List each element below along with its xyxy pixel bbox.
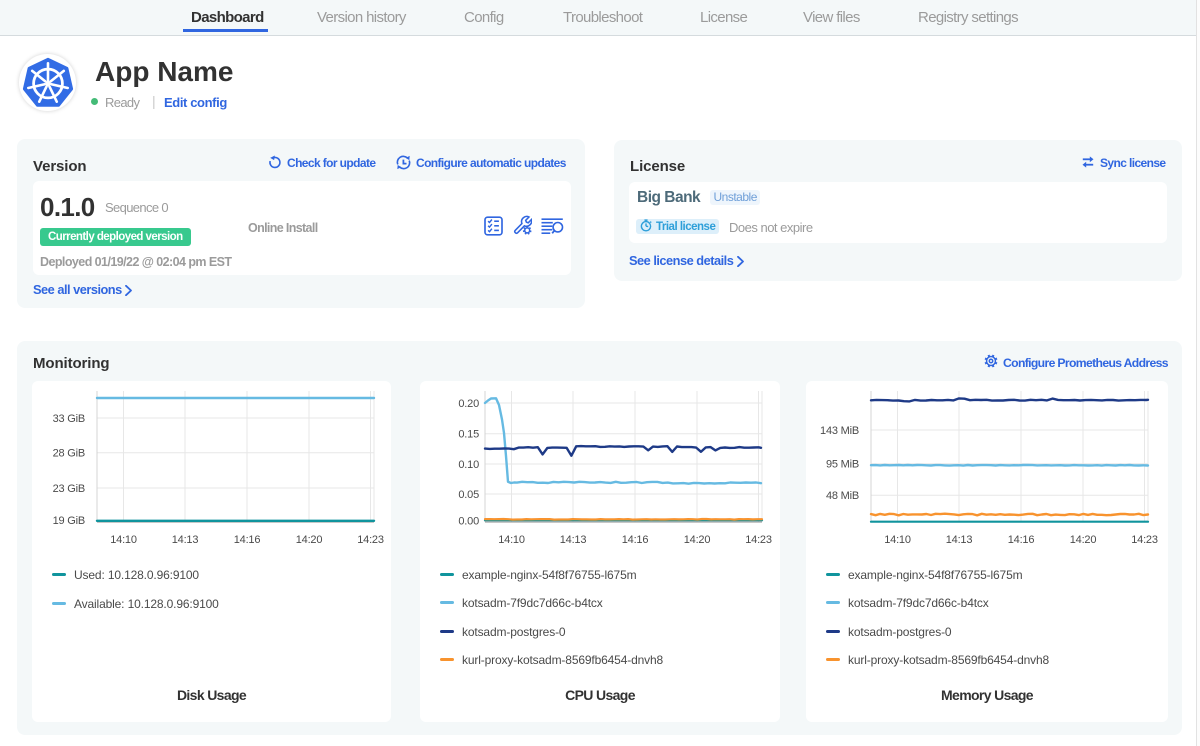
svg-text:19 GiB: 19 GiB: [53, 515, 85, 527]
svg-text:14:10: 14:10: [498, 534, 525, 546]
svg-text:33 GiB: 33 GiB: [53, 413, 85, 425]
svg-text:14:10: 14:10: [110, 534, 137, 546]
svg-text:14:13: 14:13: [946, 534, 973, 546]
svg-text:14:23: 14:23: [745, 534, 772, 546]
svg-text:14:16: 14:16: [1008, 534, 1035, 546]
svg-text:14:13: 14:13: [172, 534, 199, 546]
svg-text:14:20: 14:20: [296, 534, 323, 546]
svg-text:23 GiB: 23 GiB: [53, 483, 85, 495]
svg-text:14:23: 14:23: [357, 534, 384, 546]
svg-text:14:16: 14:16: [622, 534, 649, 546]
svg-text:14:16: 14:16: [234, 534, 261, 546]
svg-text:14:20: 14:20: [1070, 534, 1097, 546]
svg-text:0.15: 0.15: [458, 429, 479, 441]
svg-text:0.10: 0.10: [458, 459, 479, 471]
svg-text:0.00: 0.00: [458, 515, 479, 527]
svg-text:95 MiB: 95 MiB: [826, 459, 859, 471]
svg-text:14:23: 14:23: [1131, 534, 1158, 546]
svg-text:14:13: 14:13: [560, 534, 587, 546]
svg-text:48 MiB: 48 MiB: [826, 490, 859, 502]
svg-text:0.20: 0.20: [458, 398, 479, 410]
svg-text:28 GiB: 28 GiB: [53, 448, 85, 460]
svg-text:14:10: 14:10: [884, 534, 911, 546]
svg-text:143 MiB: 143 MiB: [820, 425, 859, 437]
svg-text:14:20: 14:20: [684, 534, 711, 546]
svg-text:0.05: 0.05: [458, 489, 479, 501]
